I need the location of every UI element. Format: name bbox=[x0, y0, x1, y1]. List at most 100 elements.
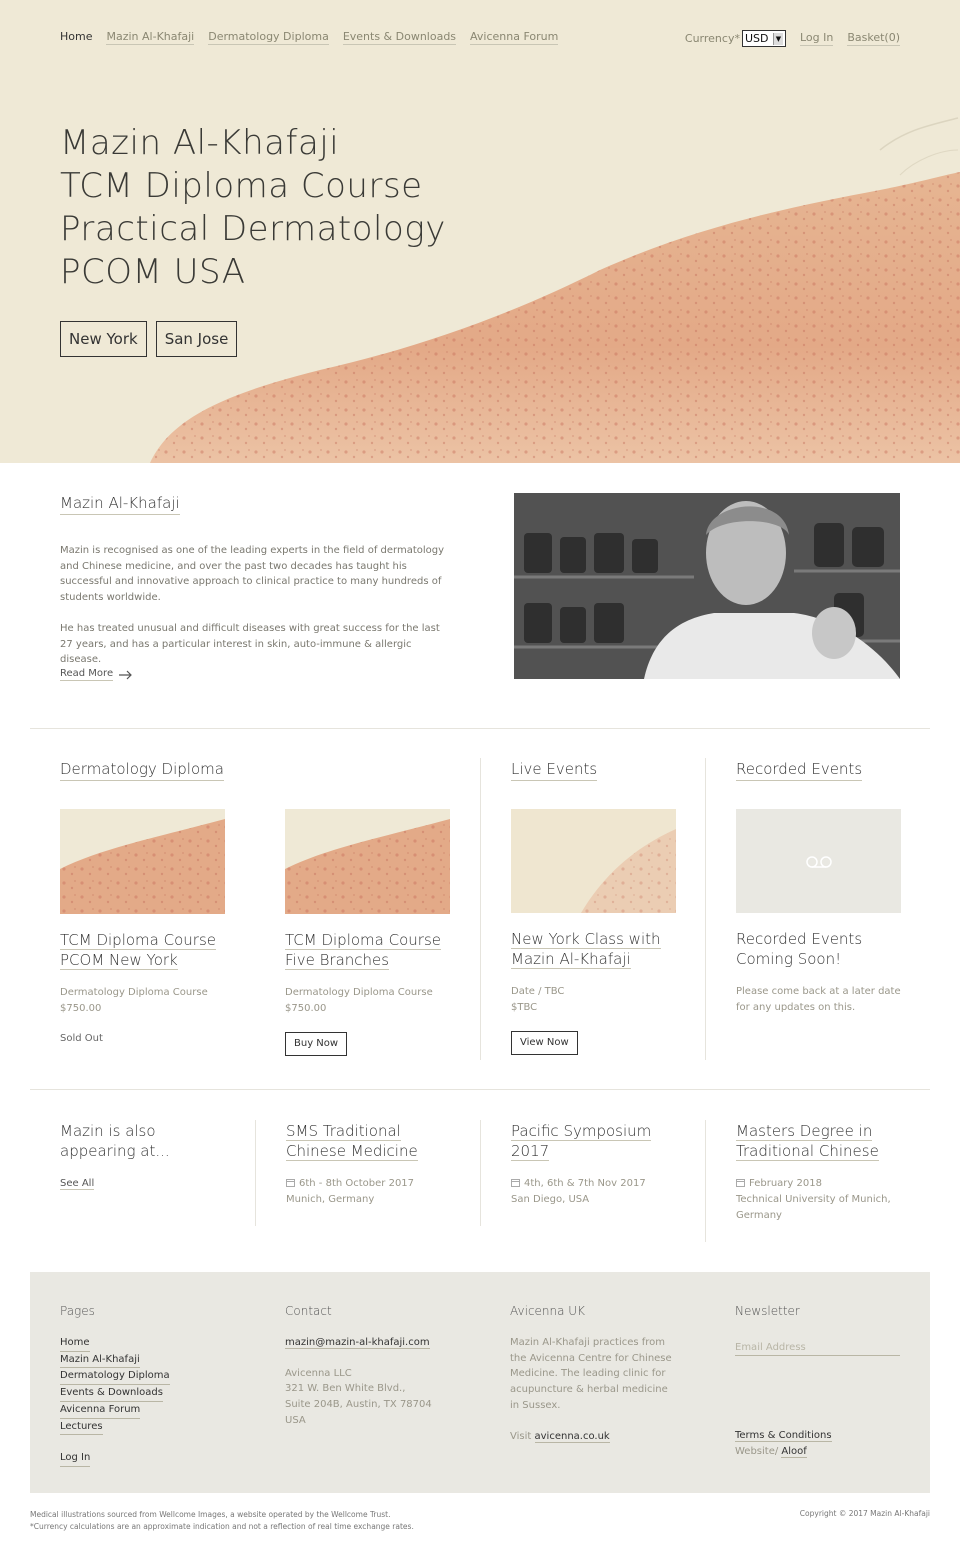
website-label: Website/ bbox=[735, 1445, 779, 1457]
divider bbox=[30, 1089, 930, 1090]
footer-avicenna: Avicenna UK Mazin Al-Khafaji practices f… bbox=[510, 1304, 675, 1444]
event-place: Technical University of Munich, Germany bbox=[736, 1194, 891, 1221]
currency-select[interactable]: USD ▼ bbox=[741, 30, 786, 47]
footer-link-mazin[interactable]: Mazin Al-Khafaji bbox=[60, 1352, 140, 1369]
main-nav: Home Mazin Al-Khafaji Dermatology Diplom… bbox=[60, 30, 559, 45]
footer-newsletter: Newsletter Terms & Conditions Website/ A… bbox=[735, 1304, 900, 1458]
event-title[interactable]: New York Class with Mazin Al-Khafaji bbox=[511, 929, 681, 969]
column-divider bbox=[480, 1120, 481, 1226]
read-more-label: Read More bbox=[60, 668, 114, 681]
recorded-placeholder bbox=[736, 809, 901, 913]
event-title[interactable]: Pacific Symposium 2017 bbox=[511, 1121, 681, 1161]
event-meta: Date / TBC $TBC bbox=[511, 984, 681, 1016]
city-buttons: New York San Jose bbox=[60, 321, 238, 357]
avicenna-link[interactable]: avicenna.co.uk bbox=[534, 1430, 610, 1443]
terms-link[interactable]: Terms & Conditions bbox=[735, 1430, 832, 1442]
appearing-title: Mazin is also appearing at... bbox=[60, 1122, 170, 1160]
event-date: February 2018 bbox=[749, 1178, 822, 1189]
event-date: 4th, 6th & 7th Nov 2017 bbox=[524, 1178, 646, 1189]
event-date: Date / TBC bbox=[511, 986, 565, 997]
footer-link-lectures[interactable]: Lectures bbox=[60, 1419, 103, 1436]
recorded-events-title[interactable]: Recorded Events bbox=[736, 760, 863, 781]
footer-link-home[interactable]: Home bbox=[60, 1335, 90, 1352]
account-nav: Currency* USD ▼ Log In Basket(0) bbox=[685, 30, 900, 47]
nav-mazin[interactable]: Mazin Al-Khafaji bbox=[106, 30, 195, 45]
product-price: $750.00 bbox=[285, 1003, 327, 1014]
sold-out-label: Sold Out bbox=[60, 1033, 103, 1044]
footer-contact-title: Contact bbox=[285, 1304, 332, 1318]
footer-avicenna-title: Avicenna UK bbox=[510, 1304, 585, 1318]
login-link[interactable]: Log In bbox=[799, 31, 834, 46]
product-title[interactable]: TCM Diploma Course PCOM New York bbox=[60, 930, 230, 970]
product-meta: Dermatology Diploma Course $750.00 bbox=[60, 985, 230, 1017]
divider bbox=[30, 728, 930, 729]
product-meta: Dermatology Diploma Course $750.00 bbox=[285, 985, 455, 1017]
column-divider bbox=[705, 1120, 706, 1242]
event-title[interactable]: SMS Traditional Chinese Medicine bbox=[286, 1121, 456, 1161]
footer-login-link[interactable]: Log In bbox=[60, 1450, 91, 1467]
contact-email-link[interactable]: mazin@mazin-al-khafaji.com bbox=[285, 1337, 430, 1349]
recorded-title: Recorded Events Coming Soon! bbox=[736, 930, 863, 968]
hero-banner: Home Mazin Al-Khafaji Dermatology Diplom… bbox=[0, 0, 960, 463]
event-date: 6th - 8th October 2017 bbox=[299, 1178, 415, 1189]
hero-line: Practical Dermatology bbox=[60, 209, 446, 249]
dermatology-diploma-title[interactable]: Dermatology Diploma bbox=[60, 760, 224, 781]
column-divider bbox=[705, 758, 706, 1060]
view-now-button[interactable]: View Now bbox=[511, 1031, 578, 1055]
calendar-icon bbox=[286, 1179, 295, 1187]
footer-link-forum[interactable]: Avicenna Forum bbox=[60, 1402, 141, 1419]
about-paragraph: He has treated unusual and difficult dis… bbox=[60, 623, 440, 666]
currency-note: *Currency calculations are an approximat… bbox=[30, 1522, 414, 1531]
read-more-link[interactable]: Read More bbox=[60, 668, 133, 681]
buy-now-button[interactable]: Buy Now bbox=[285, 1032, 348, 1056]
product-category: Dermatology Diploma Course bbox=[285, 987, 433, 998]
footer-newsletter-title: Newsletter bbox=[735, 1304, 800, 1318]
hero-line: Mazin Al-Khafaji bbox=[60, 123, 340, 163]
product-thumbnail[interactable] bbox=[285, 809, 450, 914]
footer-link-dermatology[interactable]: Dermatology Diploma bbox=[60, 1368, 170, 1386]
event-title[interactable]: Masters Degree in Traditional Chinese bbox=[736, 1121, 906, 1161]
newsletter-email-input[interactable] bbox=[735, 1342, 900, 1356]
event-meta: 6th - 8th October 2017 Munich, Germany bbox=[286, 1176, 461, 1208]
avicenna-description: Mazin Al-Khafaji practices from the Avic… bbox=[510, 1337, 672, 1411]
see-all-link[interactable]: See All bbox=[60, 1178, 95, 1190]
event-place: San Diego, USA bbox=[511, 1194, 590, 1205]
hero-line: TCM Diploma Course bbox=[60, 166, 423, 206]
currency-label: Currency* bbox=[684, 32, 740, 45]
currency-value: USD bbox=[744, 32, 769, 45]
footer-pages: Pages Home Mazin Al-Khafaji Dermatology … bbox=[60, 1304, 230, 1467]
nav-avicenna-forum[interactable]: Avicenna Forum bbox=[470, 30, 559, 45]
copyright: Copyright © 2017 Mazin Al-Khafaji bbox=[799, 1509, 930, 1518]
recorded-text: Please come back at a later date for any… bbox=[736, 986, 901, 1013]
nav-dermatology-diploma[interactable]: Dermatology Diploma bbox=[208, 30, 329, 45]
arrow-right-icon bbox=[119, 670, 132, 679]
new-york-button[interactable]: New York bbox=[60, 321, 147, 357]
event-meta: 4th, 6th & 7th Nov 2017 San Diego, USA bbox=[511, 1176, 686, 1208]
portrait-photo bbox=[514, 493, 900, 679]
nav-home[interactable]: Home bbox=[60, 30, 92, 45]
event-thumbnail[interactable] bbox=[511, 809, 676, 913]
footer: Pages Home Mazin Al-Khafaji Dermatology … bbox=[30, 1272, 930, 1493]
nav-events-downloads[interactable]: Events & Downloads bbox=[342, 30, 457, 45]
aloof-link[interactable]: Aloof bbox=[781, 1445, 807, 1458]
calendar-icon bbox=[736, 1179, 745, 1187]
calendar-icon bbox=[511, 1179, 520, 1187]
about-paragraph: Mazin is recognised as one of the leadin… bbox=[60, 545, 445, 604]
san-jose-button[interactable]: San Jose bbox=[155, 321, 238, 357]
event-place: Munich, Germany bbox=[286, 1194, 375, 1205]
image-credit: Medical illustrations sourced from Wellc… bbox=[30, 1510, 391, 1519]
about-section: Mazin Al-Khafaji Mazin is recognised as … bbox=[60, 493, 900, 681]
footer-link-events[interactable]: Events & Downloads bbox=[60, 1385, 163, 1402]
event-price: $TBC bbox=[511, 1002, 538, 1013]
product-title[interactable]: TCM Diploma Course Five Branches bbox=[285, 930, 455, 970]
about-title[interactable]: Mazin Al-Khafaji bbox=[60, 494, 180, 515]
live-events-title[interactable]: Live Events bbox=[511, 760, 598, 781]
chevron-down-icon: ▼ bbox=[772, 32, 783, 45]
footnotes: Medical illustrations sourced from Wellc… bbox=[30, 1509, 414, 1533]
hero-title: Mazin Al-Khafaji TCM Diploma Course Prac… bbox=[60, 122, 446, 294]
product-thumbnail[interactable] bbox=[60, 809, 225, 914]
basket-link[interactable]: Basket(0) bbox=[847, 31, 900, 46]
voicemail-icon bbox=[806, 856, 832, 868]
contact-address: Avicenna LLC 321 W. Ben White Blvd., Sui… bbox=[285, 1367, 432, 1426]
column-divider bbox=[255, 1120, 256, 1226]
